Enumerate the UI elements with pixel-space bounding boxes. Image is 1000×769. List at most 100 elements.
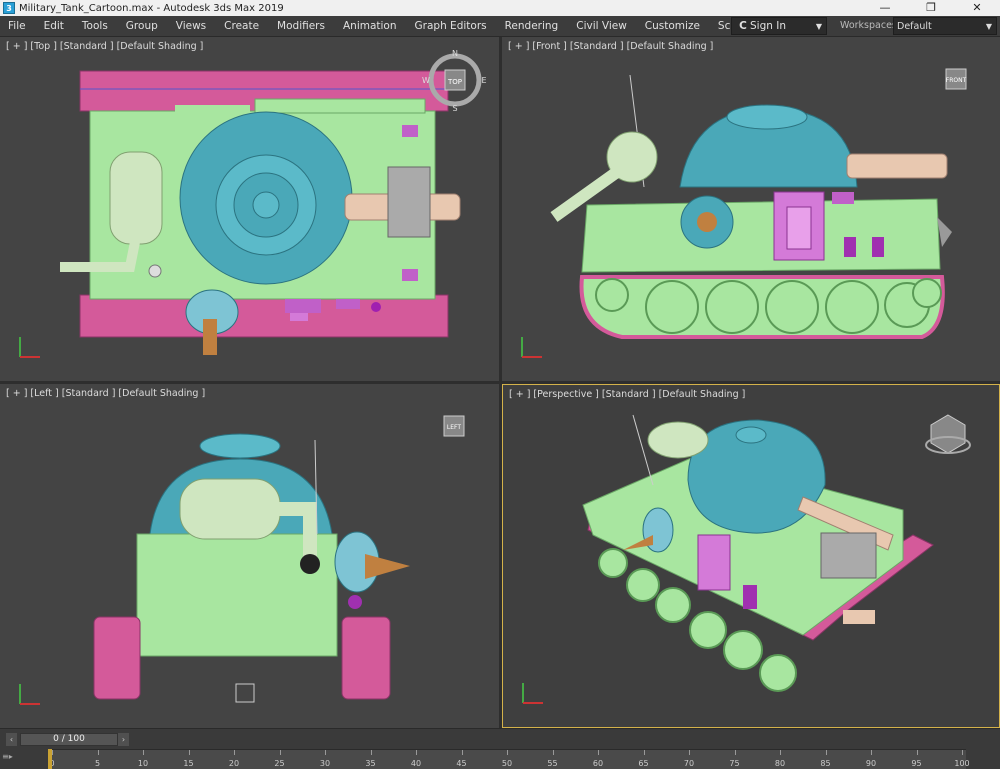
ruler-tick-label: 75	[729, 759, 740, 768]
minimize-button[interactable]: —	[862, 0, 908, 16]
ruler-tick-label: 25	[274, 759, 285, 768]
chevron-down-icon: ▼	[985, 21, 992, 31]
compass-e: E	[481, 76, 486, 85]
ruler-tick	[461, 750, 463, 755]
ruler-tick	[598, 750, 599, 755]
menu-file[interactable]: File	[0, 20, 35, 32]
track-bottom	[79, 294, 449, 338]
barrel	[846, 153, 948, 179]
ruler-tick	[370, 750, 372, 755]
maximize-button[interactable]: ❐	[908, 0, 954, 16]
viewport-divider-horizontal[interactable]	[0, 381, 1000, 384]
ruler-tick	[871, 750, 872, 755]
ruler-tick	[52, 750, 53, 755]
ruler-tick	[234, 750, 235, 755]
menu-modifiers[interactable]: Modifiers	[268, 20, 334, 32]
ruler-tick	[689, 750, 690, 755]
track-bar-menu-icon[interactable]: ≡▸	[2, 752, 42, 766]
ruler-tick	[97, 750, 99, 755]
compass-n: N	[452, 49, 458, 58]
ruler-tick	[825, 750, 827, 755]
window-title: Military_Tank_Cartoon.max - Autodesk 3ds…	[19, 2, 284, 14]
menu-edit[interactable]: Edit	[35, 20, 73, 32]
ruler-tick	[780, 750, 781, 755]
ruler-tick	[279, 750, 281, 755]
ruler-tick	[552, 750, 554, 755]
user-icon: C	[739, 20, 747, 32]
menu-create[interactable]: Create	[215, 20, 268, 32]
frame-ruler[interactable]: 0 5 10 15 20 25 30 35 40 45 50 55 60 65 70 75 80 85 90 95 10…	[48, 749, 970, 769]
fuel-canister	[647, 421, 709, 459]
ruler-tick	[734, 750, 736, 755]
menu-tools[interactable]: Tools	[73, 20, 117, 32]
compass-s: S	[452, 104, 457, 113]
track-bar[interactable]: ≡▸ 0 5 10 15 20 25 30 35 40 45 50 55 60 65 70 75 80 85 90 9…	[0, 749, 1000, 769]
viewport-perspective[interactable]: [ + ] [Perspective ] [Standard ] [Defaul…	[502, 384, 1000, 728]
viewcube-label: TOP	[447, 78, 462, 86]
left-view-canvas: LEFT	[19, 415, 465, 705]
time-slider[interactable]: 0 / 100	[20, 733, 118, 746]
workspaces-value: Default	[897, 20, 932, 32]
sign-in-dropdown[interactable]: C Sign In ▼	[731, 17, 827, 35]
menu-civil-view[interactable]: Civil View	[567, 20, 636, 32]
hull	[581, 198, 941, 273]
ruler-tick-label: 5	[94, 759, 101, 768]
title-bar: 3 Military_Tank_Cartoon.max - Autodesk 3…	[0, 0, 1000, 16]
ruler-tick-label: 20	[228, 759, 240, 768]
ruler-tick-label: 45	[456, 759, 467, 768]
time-slider-bar: ‹ 0 / 100 ›	[0, 728, 1000, 749]
playhead[interactable]	[48, 749, 52, 769]
menu-customize[interactable]: Customize	[636, 20, 709, 32]
chevron-down-icon: ▼	[815, 21, 822, 31]
fuel-canister	[179, 478, 281, 540]
menu-animation[interactable]: Animation	[334, 20, 406, 32]
ruler-tick-label: 85	[820, 759, 831, 768]
prev-frame-button[interactable]: ‹	[6, 733, 17, 746]
track-right	[341, 616, 391, 700]
workspaces-label: Workspaces:	[840, 20, 901, 31]
viewcube-label: LEFT	[447, 424, 461, 431]
ruler-tick	[188, 750, 190, 755]
ruler-tick-label: 95	[911, 759, 922, 768]
viewcube[interactable]	[930, 414, 966, 454]
ruler-tick	[416, 750, 417, 755]
ruler-tick-label: 90	[865, 759, 877, 768]
menu-graph-editors[interactable]: Graph Editors	[406, 20, 496, 32]
compass-w: W	[422, 76, 430, 85]
ruler-tick	[325, 750, 326, 755]
viewport-top[interactable]: [ + ] [Top ] [Standard ] [Default Shadin…	[0, 37, 499, 381]
ruler-tick-label: 80	[774, 759, 786, 768]
top-view-canvas: TOP N S E W	[19, 49, 487, 358]
ruler-tick-label: 10	[137, 759, 149, 768]
ruler-tick-label: 70	[683, 759, 695, 768]
ruler-tick-label: 40	[410, 759, 422, 768]
ruler-tick-label: 35	[365, 759, 376, 768]
ruler-tick-label: 15	[183, 759, 194, 768]
ruler-tick	[962, 750, 963, 755]
perspective-view-canvas	[522, 414, 971, 704]
close-button[interactable]: ✕	[954, 0, 1000, 16]
menu-bar: File Edit Tools Group Views Create Modif…	[0, 16, 1000, 37]
ruler-tick-label: 30	[319, 759, 331, 768]
ruler-tick-label: 55	[547, 759, 558, 768]
next-frame-button[interactable]: ›	[118, 733, 129, 746]
menu-rendering[interactable]: Rendering	[496, 20, 568, 32]
ruler-tick-label: 60	[592, 759, 604, 768]
ruler-tick-label: 65	[638, 759, 649, 768]
front-view-canvas: FRONT	[521, 68, 967, 358]
viewport-left[interactable]: [ + ] [Left ] [Standard ] [Default Shadi…	[0, 384, 499, 728]
ruler-tick-label: 100	[954, 759, 970, 768]
menu-group[interactable]: Group	[117, 20, 167, 32]
ruler-tick	[643, 750, 645, 755]
viewcube-label: FRONT	[946, 77, 967, 84]
viewport-front[interactable]: [ + ] [Front ] [Standard ] [Default Shad…	[502, 37, 1000, 381]
ruler-tick-label: 50	[501, 759, 513, 768]
ruler-tick	[507, 750, 508, 755]
fuel-canister	[109, 151, 163, 245]
menu-views[interactable]: Views	[167, 20, 215, 32]
ruler-tick	[143, 750, 144, 755]
sign-in-label: Sign In	[750, 20, 786, 32]
app-icon: 3	[3, 2, 15, 14]
track-left	[93, 616, 141, 700]
workspaces-dropdown[interactable]: Default ▼	[893, 17, 997, 35]
